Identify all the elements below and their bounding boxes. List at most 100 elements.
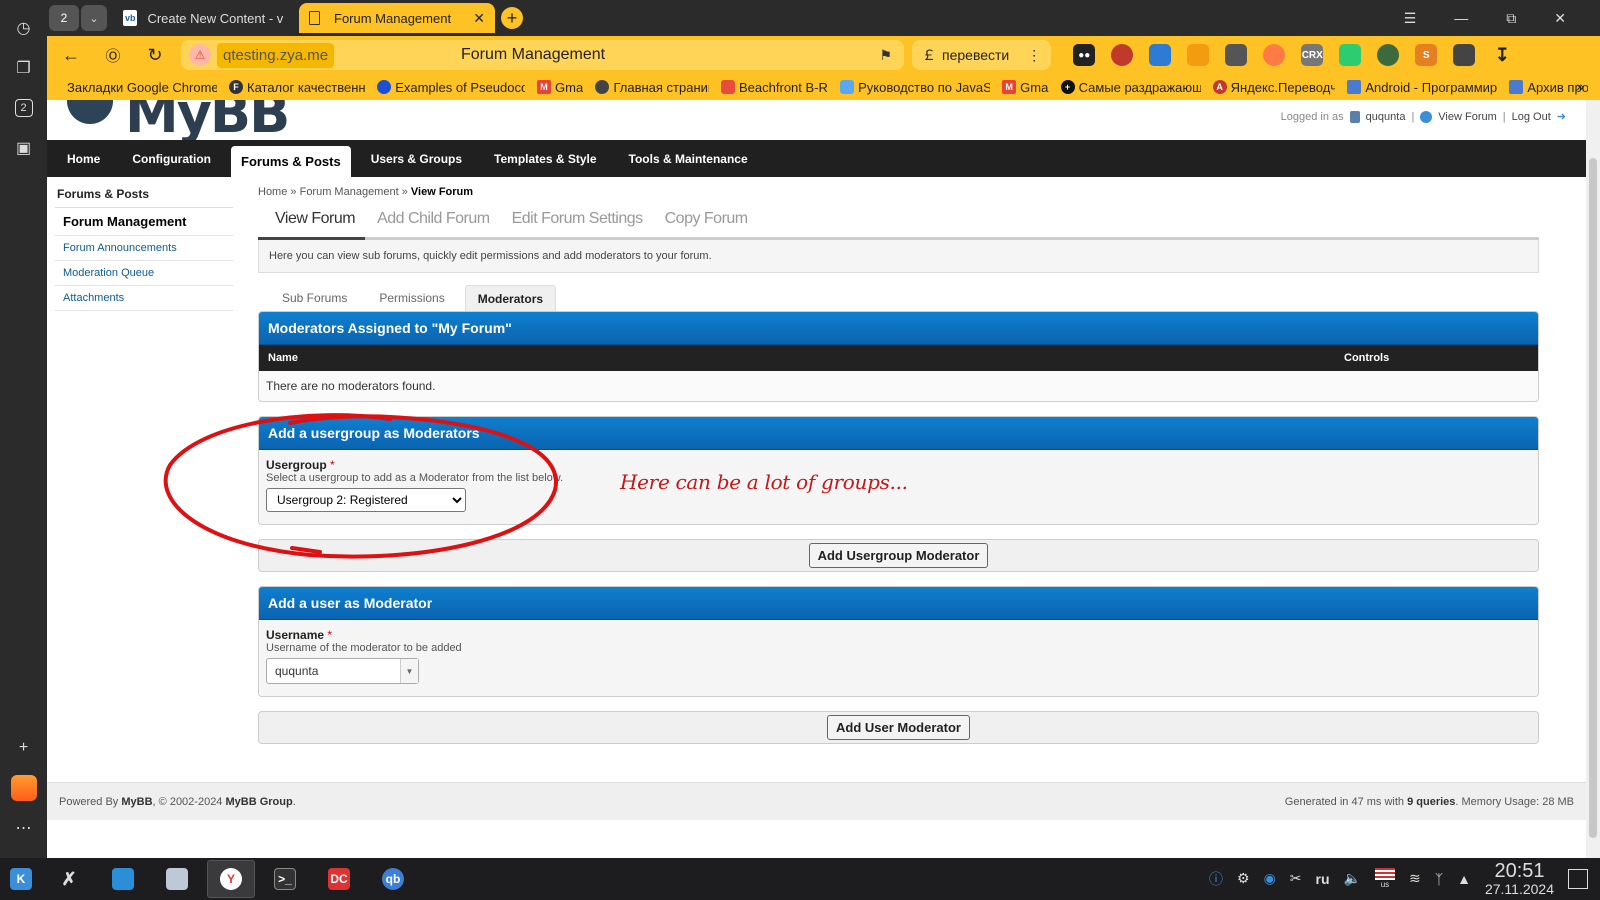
page-scrollbar[interactable] — [1586, 100, 1600, 858]
breadcrumb-forum-management[interactable]: Forum Management — [300, 186, 399, 198]
info-icon[interactable]: ⓘ — [1209, 869, 1223, 889]
subtab-sub-forums[interactable]: Sub Forums — [270, 285, 359, 311]
taskbar-terminal[interactable]: >_ — [261, 860, 309, 898]
clock[interactable]: 20:51 27.11.2024 — [1485, 860, 1554, 897]
chevron-down-icon[interactable]: ⌄ — [81, 5, 107, 31]
nav-users-groups[interactable]: Users & Groups — [359, 140, 474, 177]
bookmark-item[interactable]: Android - Программирование — [1347, 80, 1497, 95]
tab-add-child-forum[interactable]: Add Child Forum — [367, 210, 500, 237]
add-usergroup-moderator-button[interactable]: Add Usergroup Moderator — [808, 543, 989, 568]
nav-home[interactable]: Home — [55, 140, 112, 177]
breadcrumb-home[interactable]: Home — [258, 186, 287, 198]
url-field[interactable]: ⚠ qtesting.zya.me Forum Management ⚑ — [181, 40, 904, 70]
extension-record-icon[interactable] — [1263, 44, 1286, 66]
back-icon[interactable]: ← — [55, 45, 87, 66]
tab-edit-forum-settings[interactable]: Edit Forum Settings — [502, 210, 653, 237]
new-tab-button[interactable]: + — [501, 7, 523, 29]
bookmark-icon[interactable]: ⚑ — [879, 47, 892, 64]
taskbar-files[interactable] — [99, 860, 147, 898]
bookmark-item[interactable]: Руководство по JavaScript — [840, 80, 990, 95]
tab-forum-management[interactable]: Forum Management ✕ — [299, 3, 495, 33]
translate-button[interactable]: ￡ перевести ⋮ — [912, 40, 1052, 70]
menu-moderation-queue[interactable]: Moderation Queue — [55, 261, 233, 286]
mail-button[interactable] — [8, 772, 40, 804]
restore-icon[interactable]: ⧉ — [1506, 10, 1516, 27]
extension-library-icon[interactable] — [1225, 44, 1248, 66]
subtab-moderators[interactable]: Moderators — [464, 285, 557, 311]
bookmark-folder[interactable]: Закладки Google Chrome⌄ — [67, 79, 217, 95]
kde-menu-button[interactable]: K — [3, 860, 39, 898]
reload-icon[interactable]: ↻ — [139, 45, 171, 66]
nav-configuration[interactable]: Configuration — [120, 140, 223, 177]
bookmark-item[interactable]: MGmail — [1002, 80, 1049, 95]
download-icon[interactable]: ↧ — [1491, 44, 1513, 66]
footer-mybb-link[interactable]: MyBB — [121, 796, 152, 808]
taskbar-app-dc[interactable]: DC — [315, 860, 363, 898]
mybb-logo[interactable]: MyBB — [125, 100, 290, 145]
bookmark-item[interactable]: MGmail — [537, 80, 583, 95]
more-icon[interactable]: ⋯ — [8, 812, 40, 844]
yandex-icon[interactable]: Ⓞ — [97, 45, 129, 66]
qbittorrent-tray-icon[interactable]: ◉ — [1264, 870, 1276, 887]
dropdown-arrow-icon[interactable]: ▼ — [400, 659, 418, 683]
taskbar-browser[interactable]: Y — [207, 860, 255, 898]
extension-mushroom-icon[interactable] — [1111, 44, 1134, 66]
bookmark-item[interactable]: AЯндекс.Переводчик — [1212, 80, 1335, 95]
translate-more-icon[interactable]: ⋮ — [1027, 47, 1041, 64]
taskbar-qbittorrent[interactable]: qb — [369, 860, 417, 898]
extension-shield-icon[interactable] — [1339, 44, 1362, 66]
tab-count-button[interactable]: 2 — [49, 5, 79, 31]
extension-puzzle-icon[interactable] — [1453, 44, 1476, 66]
logout-link[interactable]: Log Out — [1512, 111, 1551, 123]
bookmark-item[interactable]: +Самые раздражающие — [1060, 80, 1201, 95]
extension-crx-icon[interactable]: CRX — [1301, 44, 1324, 66]
subtab-permissions[interactable]: Permissions — [367, 285, 456, 311]
us-flag-icon[interactable]: us — [1374, 868, 1395, 889]
scissors-icon[interactable]: ✂ — [1290, 870, 1302, 887]
screenshot-icon[interactable]: ▣ — [8, 132, 40, 164]
bluetooth-icon[interactable]: ᛉ — [1435, 871, 1443, 887]
add-panel-icon[interactable]: + — [8, 732, 40, 764]
tab-view-forum[interactable]: View Forum — [258, 210, 366, 240]
username-combobox[interactable]: ququnta ▼ — [266, 658, 419, 684]
bookmark-item[interactable]: Главная страница — [595, 80, 709, 95]
tab-vbulletin[interactable]: vb Create New Content - vBulletin — [113, 3, 293, 33]
bookmark-item[interactable]: Beachfront B-Roll — [721, 80, 828, 95]
extension-s-icon[interactable]: S — [1415, 44, 1438, 66]
bookmark-item[interactable]: Examples of Pseudocode — [377, 80, 525, 95]
menu-icon[interactable]: ☰ — [1404, 10, 1417, 27]
menu-forum-management[interactable]: Forum Management — [55, 208, 233, 236]
close-icon[interactable]: ✕ — [473, 10, 485, 27]
nav-forums-posts[interactable]: Forums & Posts — [231, 146, 351, 177]
history-icon[interactable]: ◷ — [8, 12, 40, 44]
show-desktop-icon[interactable] — [1568, 868, 1588, 889]
add-user-moderator-button[interactable]: Add User Moderator — [827, 715, 970, 740]
tabs-panel-button[interactable]: 2 — [8, 92, 40, 124]
warning-icon[interactable]: ⚠ — [189, 44, 211, 66]
collections-icon[interactable]: ❐ — [8, 52, 40, 84]
taskbar-settings[interactable]: ✗ — [45, 860, 93, 898]
nav-templates-style[interactable]: Templates & Style — [482, 140, 608, 177]
extension-planet-icon[interactable] — [1377, 44, 1400, 66]
window-close-icon[interactable]: ✕ — [1554, 10, 1566, 27]
chevron-right-icon[interactable]: » — [1576, 78, 1584, 94]
scrollbar-thumb[interactable] — [1589, 158, 1597, 838]
username-link[interactable]: ququnta — [1366, 111, 1406, 123]
extension-glasses-icon[interactable]: ●● — [1073, 44, 1096, 66]
bookmark-item[interactable]: F Каталог качественных — [229, 80, 365, 95]
nav-tools-maintenance[interactable]: Tools & Maintenance — [617, 140, 760, 177]
minimize-icon[interactable]: — — [1454, 10, 1468, 27]
menu-forum-announcements[interactable]: Forum Announcements — [55, 236, 233, 261]
keyboard-layout[interactable]: ru — [1316, 871, 1330, 887]
volume-icon[interactable]: 🔈 — [1344, 870, 1361, 887]
view-forum-link[interactable]: View Forum — [1438, 111, 1496, 123]
extension-feather-icon[interactable] — [1187, 44, 1210, 66]
taskbar-notes[interactable] — [153, 860, 201, 898]
footer-group-link[interactable]: MyBB Group — [226, 796, 293, 808]
tab-copy-forum[interactable]: Copy Forum — [655, 210, 758, 237]
extension-vpn-icon[interactable] — [1149, 44, 1172, 66]
gear-icon[interactable]: ⚙ — [1237, 870, 1250, 887]
tray-expand-icon[interactable]: ▲ — [1457, 871, 1471, 887]
menu-attachments[interactable]: Attachments — [55, 286, 233, 311]
wifi-icon[interactable]: ≋ — [1409, 870, 1421, 887]
